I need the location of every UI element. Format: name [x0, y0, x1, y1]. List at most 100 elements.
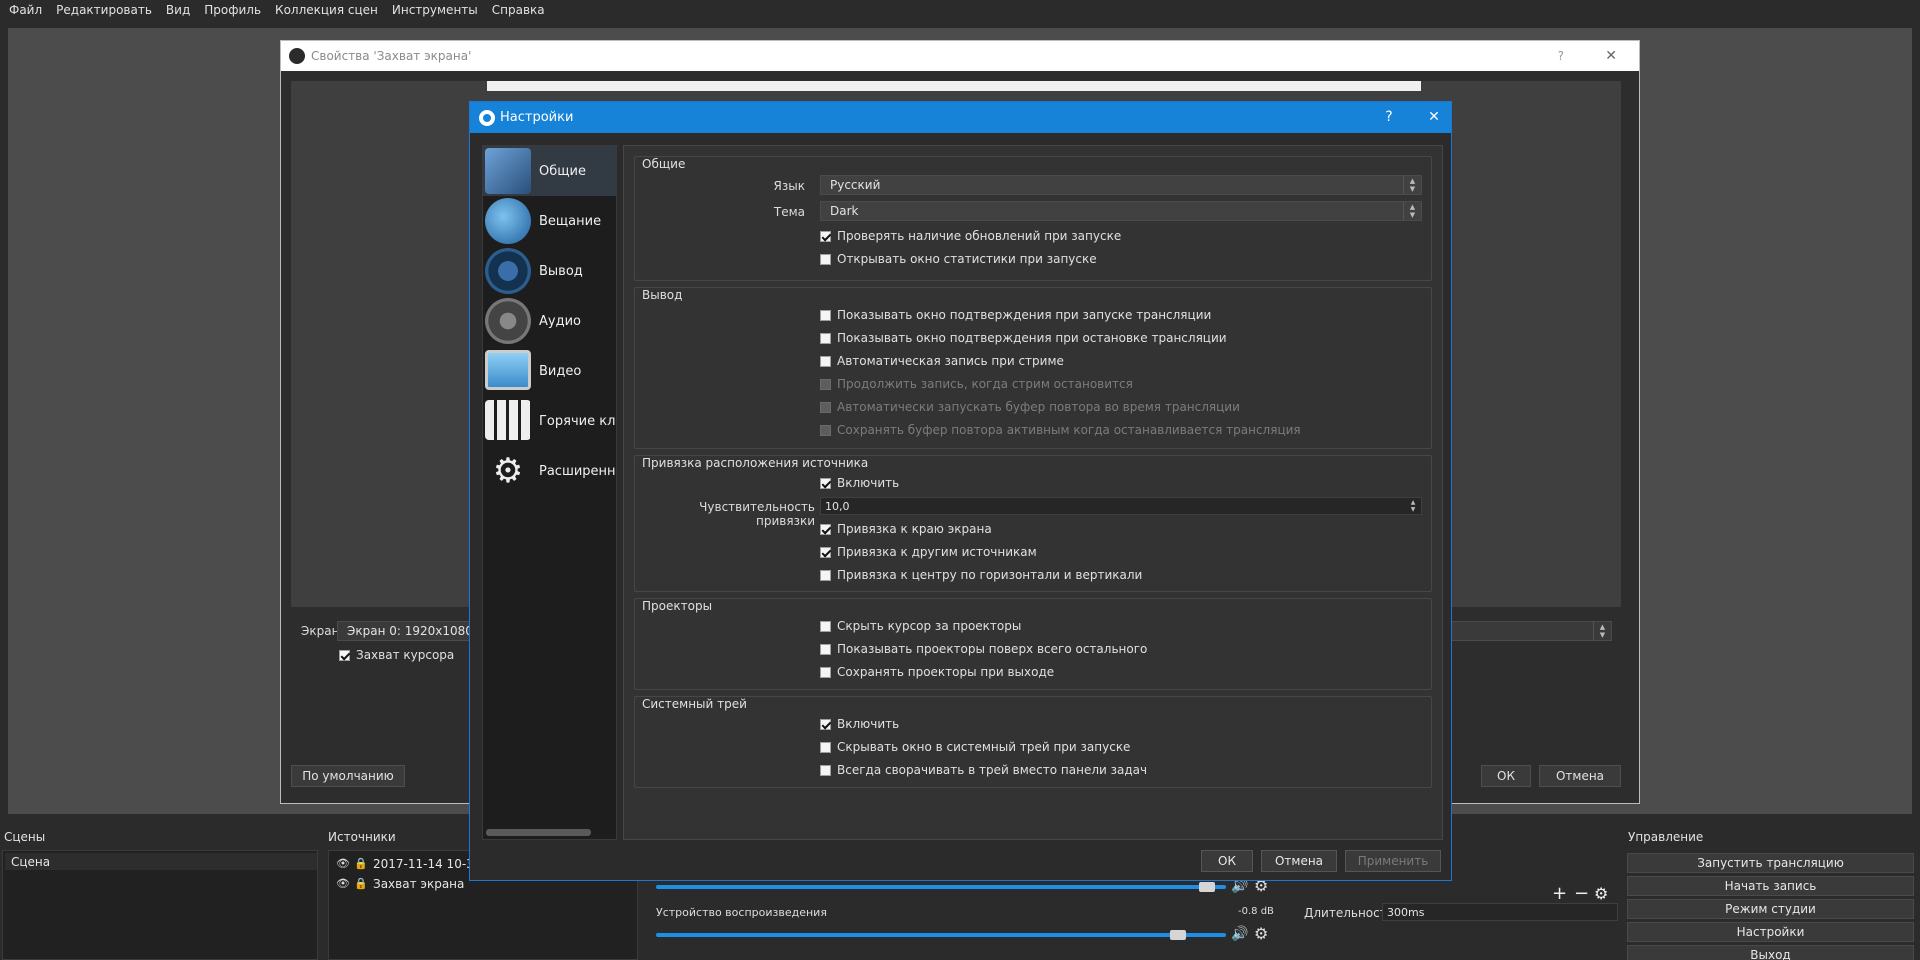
tray-always-minimize-checkbox[interactable]: Всегда сворачивать в трей вместо панели … — [820, 763, 1147, 777]
tray-hide-on-start-checkbox[interactable]: Скрывать окно в системный трей при запус… — [820, 740, 1130, 754]
close-icon[interactable]: ✕ — [1425, 108, 1443, 126]
checkbox-box[interactable] — [820, 666, 831, 678]
group-output: Вывод Показывать окно подтверждения при … — [634, 287, 1432, 449]
projectors-on-top-label: Показывать проекторы поверх всего осталь… — [837, 642, 1148, 656]
keep-replay-checkbox: Сохранять буфер повтора активным когда о… — [820, 423, 1301, 437]
checkbox-box[interactable] — [820, 718, 831, 730]
open-stats-checkbox[interactable]: Открывать окно статистики при запуске — [820, 252, 1097, 266]
exit-button[interactable]: Выход — [1627, 945, 1914, 960]
snap-center-checkbox[interactable]: Привязка к центру по горизонтали и верти… — [820, 568, 1142, 582]
start-streaming-button[interactable]: Запустить трансляцию — [1627, 853, 1914, 873]
scene-item[interactable]: Сцена — [5, 853, 317, 870]
capture-cursor-checkbox[interactable]: Захват курсора — [339, 648, 454, 662]
properties-title: Свойства 'Захват экрана' — [311, 49, 472, 63]
nav-item-stream[interactable]: Вещание — [483, 196, 616, 246]
checkbox-box[interactable] — [820, 477, 831, 489]
tray-enable-checkbox[interactable]: Включить — [820, 717, 899, 731]
mixer-slider-thumb[interactable] — [1198, 882, 1215, 892]
close-icon[interactable]: ✕ — [1605, 48, 1617, 64]
nav-item-advanced[interactable]: ⚙ Расширенные — [483, 446, 616, 496]
menu-view[interactable]: Вид — [159, 3, 197, 17]
group-projectors: Проекторы Скрыть курсор за проекторы Пок… — [634, 598, 1432, 690]
hide-cursor-checkbox[interactable]: Скрыть курсор за проекторы — [820, 619, 1021, 633]
props-ok-button[interactable]: ОК — [1481, 765, 1531, 787]
checkbox-box[interactable] — [820, 643, 831, 655]
props-cancel-button[interactable]: Отмена — [1539, 765, 1621, 787]
add-icon[interactable]: + — [1552, 883, 1567, 904]
help-icon[interactable]: ? — [1380, 108, 1398, 126]
sensitivity-input[interactable]: 10,0 ▲ ▼ — [820, 497, 1422, 515]
snap-other-sources-checkbox[interactable]: Привязка к другим источникам — [820, 545, 1037, 559]
gear-icon[interactable]: ⚙ — [1594, 884, 1608, 903]
settings-dialog: Настройки ? ✕ Общие Вещание Вывод Аудио … — [469, 101, 1452, 881]
auto-record-checkbox[interactable]: Автоматическая запись при стриме — [820, 354, 1064, 368]
settings-ok-button[interactable]: ОК — [1201, 850, 1253, 872]
confirm-stop-label: Показывать окно подтверждения при остано… — [837, 331, 1227, 345]
checkbox-box[interactable] — [820, 355, 831, 367]
checkbox-box[interactable] — [820, 523, 831, 535]
checkbox-box[interactable] — [820, 253, 831, 265]
checkbox-box[interactable] — [820, 569, 831, 581]
source-item[interactable]: 👁 🔒 Захват экрана — [331, 875, 464, 892]
eye-icon[interactable]: 👁 — [336, 857, 350, 870]
settings-cancel-button[interactable]: Отмена — [1261, 850, 1337, 872]
scenes-list[interactable]: Сцена — [2, 850, 318, 960]
keep-replay-label: Сохранять буфер повтора активным когда о… — [837, 423, 1301, 437]
mixer-slider-thumb[interactable] — [1170, 930, 1187, 940]
theme-select[interactable]: Dark ▲ ▼ — [820, 201, 1422, 221]
gear-icon[interactable]: ⚙ — [1254, 924, 1268, 943]
checkbox-box[interactable] — [820, 546, 831, 558]
lock-icon[interactable]: 🔒 — [354, 857, 368, 870]
language-select[interactable]: Русский ▲ ▼ — [820, 175, 1422, 195]
settings-apply-button[interactable]: Применить — [1345, 850, 1441, 872]
start-recording-button[interactable]: Начать запись — [1627, 876, 1914, 896]
scenes-dock-title: Сцены — [4, 830, 46, 844]
confirm-stop-checkbox[interactable]: Показывать окно подтверждения при остано… — [820, 331, 1227, 345]
check-updates-checkbox[interactable]: Проверять наличие обновлений при запуске — [820, 229, 1121, 243]
help-icon[interactable]: ? — [1558, 49, 1564, 63]
projectors-on-top-checkbox[interactable]: Показывать проекторы поверх всего осталь… — [820, 642, 1147, 656]
confirm-start-checkbox[interactable]: Показывать окно подтверждения при запуск… — [820, 308, 1211, 322]
remove-icon[interactable]: − — [1574, 883, 1589, 904]
checkbox-box[interactable] — [820, 230, 831, 242]
snapping-enable-checkbox[interactable]: Включить — [820, 476, 899, 490]
keep-recording-checkbox: Продолжить запись, когда стрим остановит… — [820, 377, 1133, 391]
spin-arrows-icon[interactable]: ▲ ▼ — [1405, 498, 1421, 514]
nav-item-audio[interactable]: Аудио — [483, 296, 616, 346]
eye-icon[interactable]: 👁 — [336, 877, 350, 890]
nav-item-hotkeys[interactable]: Горячие клавиши — [483, 396, 616, 446]
mixer-slider-track[interactable] — [656, 933, 1226, 937]
screen-label: Экран — [301, 624, 340, 638]
settings-button[interactable]: Настройки — [1627, 922, 1914, 942]
nav-scrollbar[interactable] — [486, 829, 591, 836]
menu-profile[interactable]: Профиль — [197, 3, 268, 17]
checkbox-box[interactable] — [339, 649, 350, 661]
lock-icon[interactable]: 🔒 — [354, 877, 368, 890]
save-projectors-checkbox[interactable]: Сохранять проекторы при выходе — [820, 665, 1054, 679]
audio-mixer: 🔊 ⚙ Устройство воспроизведения -0.8 dB 🔊… — [648, 870, 1284, 960]
tray-enable-label: Включить — [837, 717, 900, 731]
checkbox-box[interactable] — [820, 741, 831, 753]
menu-tools[interactable]: Инструменты — [385, 3, 485, 17]
snap-screen-edge-checkbox[interactable]: Привязка к краю экрана — [820, 522, 992, 536]
nav-item-general[interactable]: Общие — [483, 146, 616, 196]
checkbox-box[interactable] — [820, 309, 831, 321]
menu-help[interactable]: Справка — [485, 3, 552, 17]
checkbox-box[interactable] — [820, 332, 831, 344]
menu-file[interactable]: Файл — [2, 3, 49, 17]
hotkeys-icon — [485, 400, 531, 440]
studio-mode-button[interactable]: Режим студии — [1627, 899, 1914, 919]
duration-input[interactable]: 300ms — [1382, 903, 1618, 921]
auto-replay-label: Автоматически запускать буфер повтора во… — [837, 400, 1240, 414]
defaults-button[interactable]: По умолчанию — [291, 765, 405, 787]
menu-scene-collection[interactable]: Коллекция сцен — [268, 3, 385, 17]
output-icon — [485, 248, 531, 294]
speaker-icon[interactable]: 🔊 — [1231, 926, 1248, 942]
controls-dock-title: Управление — [1628, 830, 1704, 844]
menu-edit[interactable]: Редактировать — [49, 3, 159, 17]
mixer-slider-track[interactable] — [656, 885, 1226, 889]
checkbox-box[interactable] — [820, 620, 831, 632]
nav-item-output[interactable]: Вывод — [483, 246, 616, 296]
nav-item-video[interactable]: Видео — [483, 346, 616, 396]
checkbox-box[interactable] — [820, 764, 831, 776]
